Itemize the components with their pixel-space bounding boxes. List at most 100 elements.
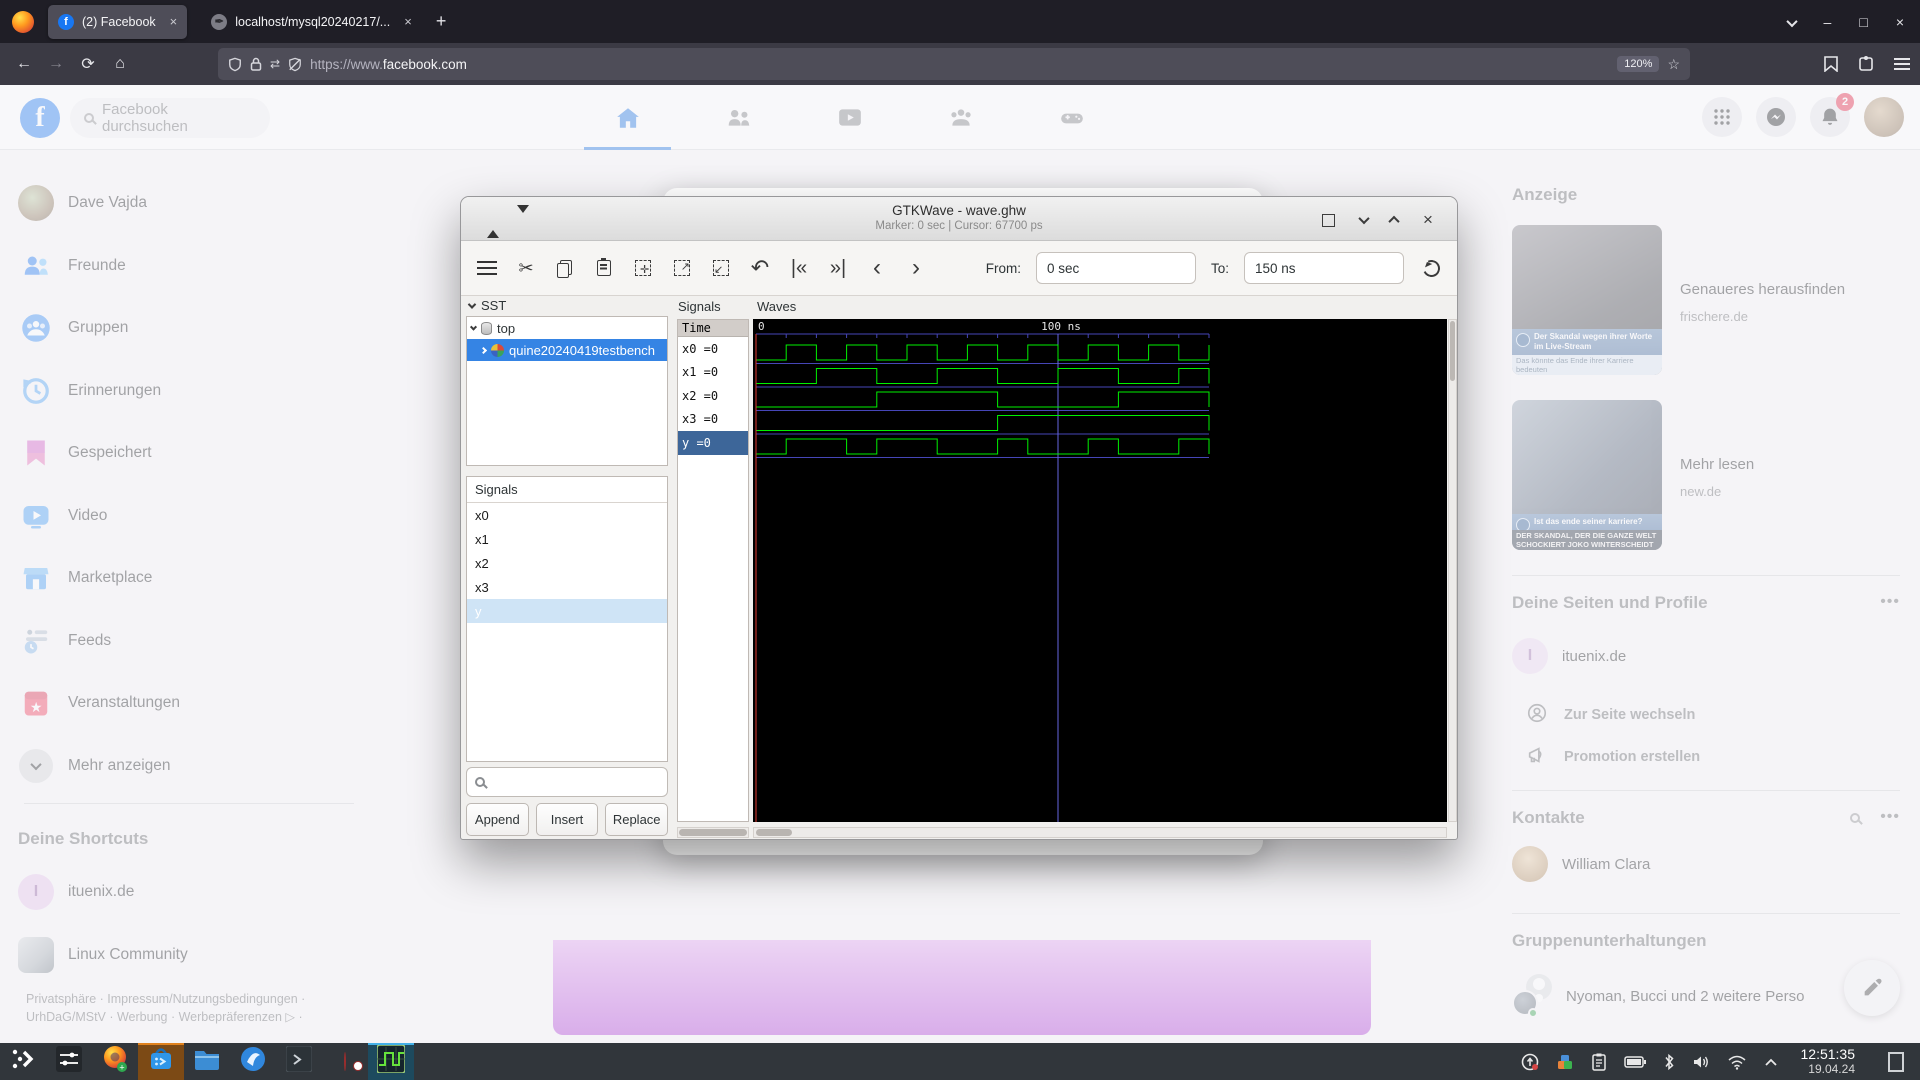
menu-icon[interactable]	[475, 255, 499, 281]
undo-icon[interactable]: ↶	[748, 255, 772, 281]
pages-options-icon[interactable]: •••	[1880, 593, 1900, 611]
sidebar-item-veranstaltungen[interactable]: ★ Veranstaltungen	[8, 677, 356, 729]
taskbar-app-help[interactable]	[322, 1043, 368, 1080]
insert-button[interactable]: Insert	[535, 803, 599, 836]
zoom-in-icon[interactable]: ↗	[670, 255, 694, 281]
tray-battery-icon[interactable]	[1623, 1055, 1646, 1069]
sidebar-item-feeds[interactable]: Feeds	[8, 615, 356, 667]
contacts-options-icon[interactable]: •••	[1880, 808, 1900, 826]
wave-name-x3[interactable]: x3 =0	[678, 408, 748, 432]
zoom-out-icon[interactable]: ↙	[709, 255, 733, 281]
wave-name-x1[interactable]: x1 =0	[678, 361, 748, 385]
tab-home[interactable]	[572, 85, 683, 150]
fetch-end-icon[interactable]: »|	[826, 255, 850, 281]
filter-signal-x2[interactable]: x2	[467, 551, 667, 575]
page-action-megaphone[interactable]: Promotion erstellen	[1526, 739, 1900, 775]
sst-expander[interactable]: SST	[467, 298, 506, 313]
from-input[interactable]	[1035, 252, 1196, 284]
reload-icon[interactable]	[1419, 255, 1443, 281]
contact-row[interactable]: William Clara	[1512, 841, 1900, 887]
tray-bluetooth-icon[interactable]	[1663, 1053, 1675, 1071]
taskbar-clock[interactable]: 12:51:35 19.04.24	[1801, 1046, 1856, 1077]
ad-card[interactable]: Der Skandal wegen ihrer Worte im Live-St…	[1512, 225, 1900, 375]
tab-gaming[interactable]	[1016, 85, 1127, 150]
group-chat-row[interactable]: Nyoman, Bucci und 2 weitere Perso	[1512, 973, 1900, 1019]
wave-vertical-scrollbar[interactable]	[1448, 319, 1457, 822]
tray-workspaces-icon[interactable]	[1556, 1053, 1574, 1071]
bookmark-star-icon[interactable]: ☆	[1667, 56, 1680, 73]
new-tab-button[interactable]: +	[436, 11, 447, 32]
extensions-icon[interactable]	[1858, 56, 1874, 72]
window-maximize-button[interactable]: □	[1859, 14, 1867, 30]
taskbar-app-gtkwave[interactable]	[368, 1043, 414, 1080]
taskbar-app-terminal[interactable]	[276, 1043, 322, 1080]
tracking-shield-icon[interactable]	[228, 57, 242, 72]
shortcut-item-linux-community[interactable]: Linux Community	[8, 929, 356, 981]
shortcut-item-ituenix-de[interactable]: Iituenix.de	[8, 866, 356, 918]
tab-close-icon[interactable]: ×	[404, 14, 412, 29]
sidebar-item-freunde[interactable]: Freunde	[8, 240, 356, 292]
show-desktop-button[interactable]	[1888, 1051, 1904, 1072]
zoom-fit-icon[interactable]: ✛	[631, 255, 655, 281]
back-button[interactable]: ←	[8, 55, 40, 73]
contacts-search-icon[interactable]	[1850, 813, 1860, 823]
signal-search-box[interactable]	[466, 767, 668, 797]
names-horizontal-scrollbar[interactable]	[677, 827, 749, 838]
sidebar-item-gruppen[interactable]: Gruppen	[8, 302, 356, 354]
lock-icon[interactable]	[250, 57, 262, 71]
tab-groups[interactable]	[905, 85, 1016, 150]
tray-clipboard-icon[interactable]	[1591, 1053, 1607, 1071]
sst-tree-node-top[interactable]: top	[467, 317, 667, 339]
window-minimize-button[interactable]: –	[1824, 14, 1832, 30]
sidebar-item-gespeichert[interactable]: Gespeichert	[8, 427, 356, 479]
wave-name-y[interactable]: y =0	[678, 431, 748, 455]
fetch-start-icon[interactable]: |«	[787, 255, 811, 281]
filter-signal-y[interactable]: y	[467, 599, 667, 623]
zoom-indicator[interactable]: 120%	[1617, 56, 1660, 72]
taskbar-app-system-tool[interactable]	[230, 1043, 276, 1080]
forward-button[interactable]: →	[40, 55, 72, 73]
window-fit-icon[interactable]	[1317, 209, 1339, 231]
sidebar-item-marketplace[interactable]: Marketplace	[8, 552, 356, 604]
tab-localhost[interactable]: ✒ localhost/mysql20240217/... ×	[201, 5, 422, 39]
wave-name-x2[interactable]: x2 =0	[678, 384, 748, 408]
replace-button[interactable]: Replace	[605, 803, 669, 836]
tab-close-icon[interactable]: ×	[170, 14, 178, 29]
taskbar-app-settings[interactable]	[46, 1043, 92, 1080]
compose-fab-button[interactable]	[1844, 960, 1900, 1016]
url-bar[interactable]: ⇄ https://www.facebook.com 120% ☆	[218, 48, 1690, 80]
wave-name-column[interactable]: Time x0 =0 x1 =0 x2 =0 x3 =0 y =0	[677, 319, 749, 822]
signal-search-input[interactable]	[491, 774, 641, 790]
shift-left-icon[interactable]: ‹	[865, 254, 889, 281]
tab-facebook[interactable]: f (2) Facebook ×	[48, 4, 188, 39]
wave-horizontal-scrollbar[interactable]	[753, 827, 1447, 838]
taskbar-app-firefox[interactable]: +	[92, 1043, 138, 1080]
signals-filter-list[interactable]: x0 x1 x2 x3 y	[467, 503, 667, 623]
taskbar-app-software-store[interactable]	[138, 1043, 184, 1080]
home-button[interactable]: ⌂	[104, 55, 136, 73]
tab-overflow-icon[interactable]	[1785, 14, 1798, 30]
page-action-switch-profile[interactable]: Zur Seite wechseln	[1526, 697, 1900, 733]
tab-video[interactable]	[794, 85, 905, 150]
paste-icon[interactable]	[592, 255, 616, 281]
ad-card[interactable]: Ist das ende seiner karriere? DER SKANDAL…	[1512, 400, 1900, 550]
tray-tray-expand-icon[interactable]	[1764, 1057, 1778, 1067]
window-shade-down-icon[interactable]	[1353, 209, 1375, 231]
reload-button[interactable]: ⟳	[72, 54, 104, 74]
shield-slash-icon[interactable]	[288, 57, 302, 72]
time-header[interactable]: Time	[678, 320, 748, 337]
shift-right-icon[interactable]: ›	[904, 254, 928, 281]
taskbar-app-file-manager[interactable]	[184, 1043, 230, 1080]
filter-signal-x1[interactable]: x1	[467, 527, 667, 551]
menu-icon[interactable]	[1894, 58, 1910, 70]
wave-panel[interactable]: 0 100 ns	[753, 319, 1447, 822]
window-close-button[interactable]: ×	[1896, 14, 1904, 30]
sidebar-item-dave-vajda[interactable]: Dave Vajda	[8, 177, 356, 229]
filter-signal-x0[interactable]: x0	[467, 503, 667, 527]
sst-tree-node-quine20240419testbench[interactable]: quine20240419testbench	[467, 339, 667, 361]
sidebar-item-video[interactable]: Video	[8, 490, 356, 542]
page-profile-row[interactable]: I ituenix.de	[1512, 633, 1900, 679]
filter-signal-x3[interactable]: x3	[467, 575, 667, 599]
tab-friends[interactable]	[683, 85, 794, 150]
wave-name-x0[interactable]: x0 =0	[678, 337, 748, 361]
